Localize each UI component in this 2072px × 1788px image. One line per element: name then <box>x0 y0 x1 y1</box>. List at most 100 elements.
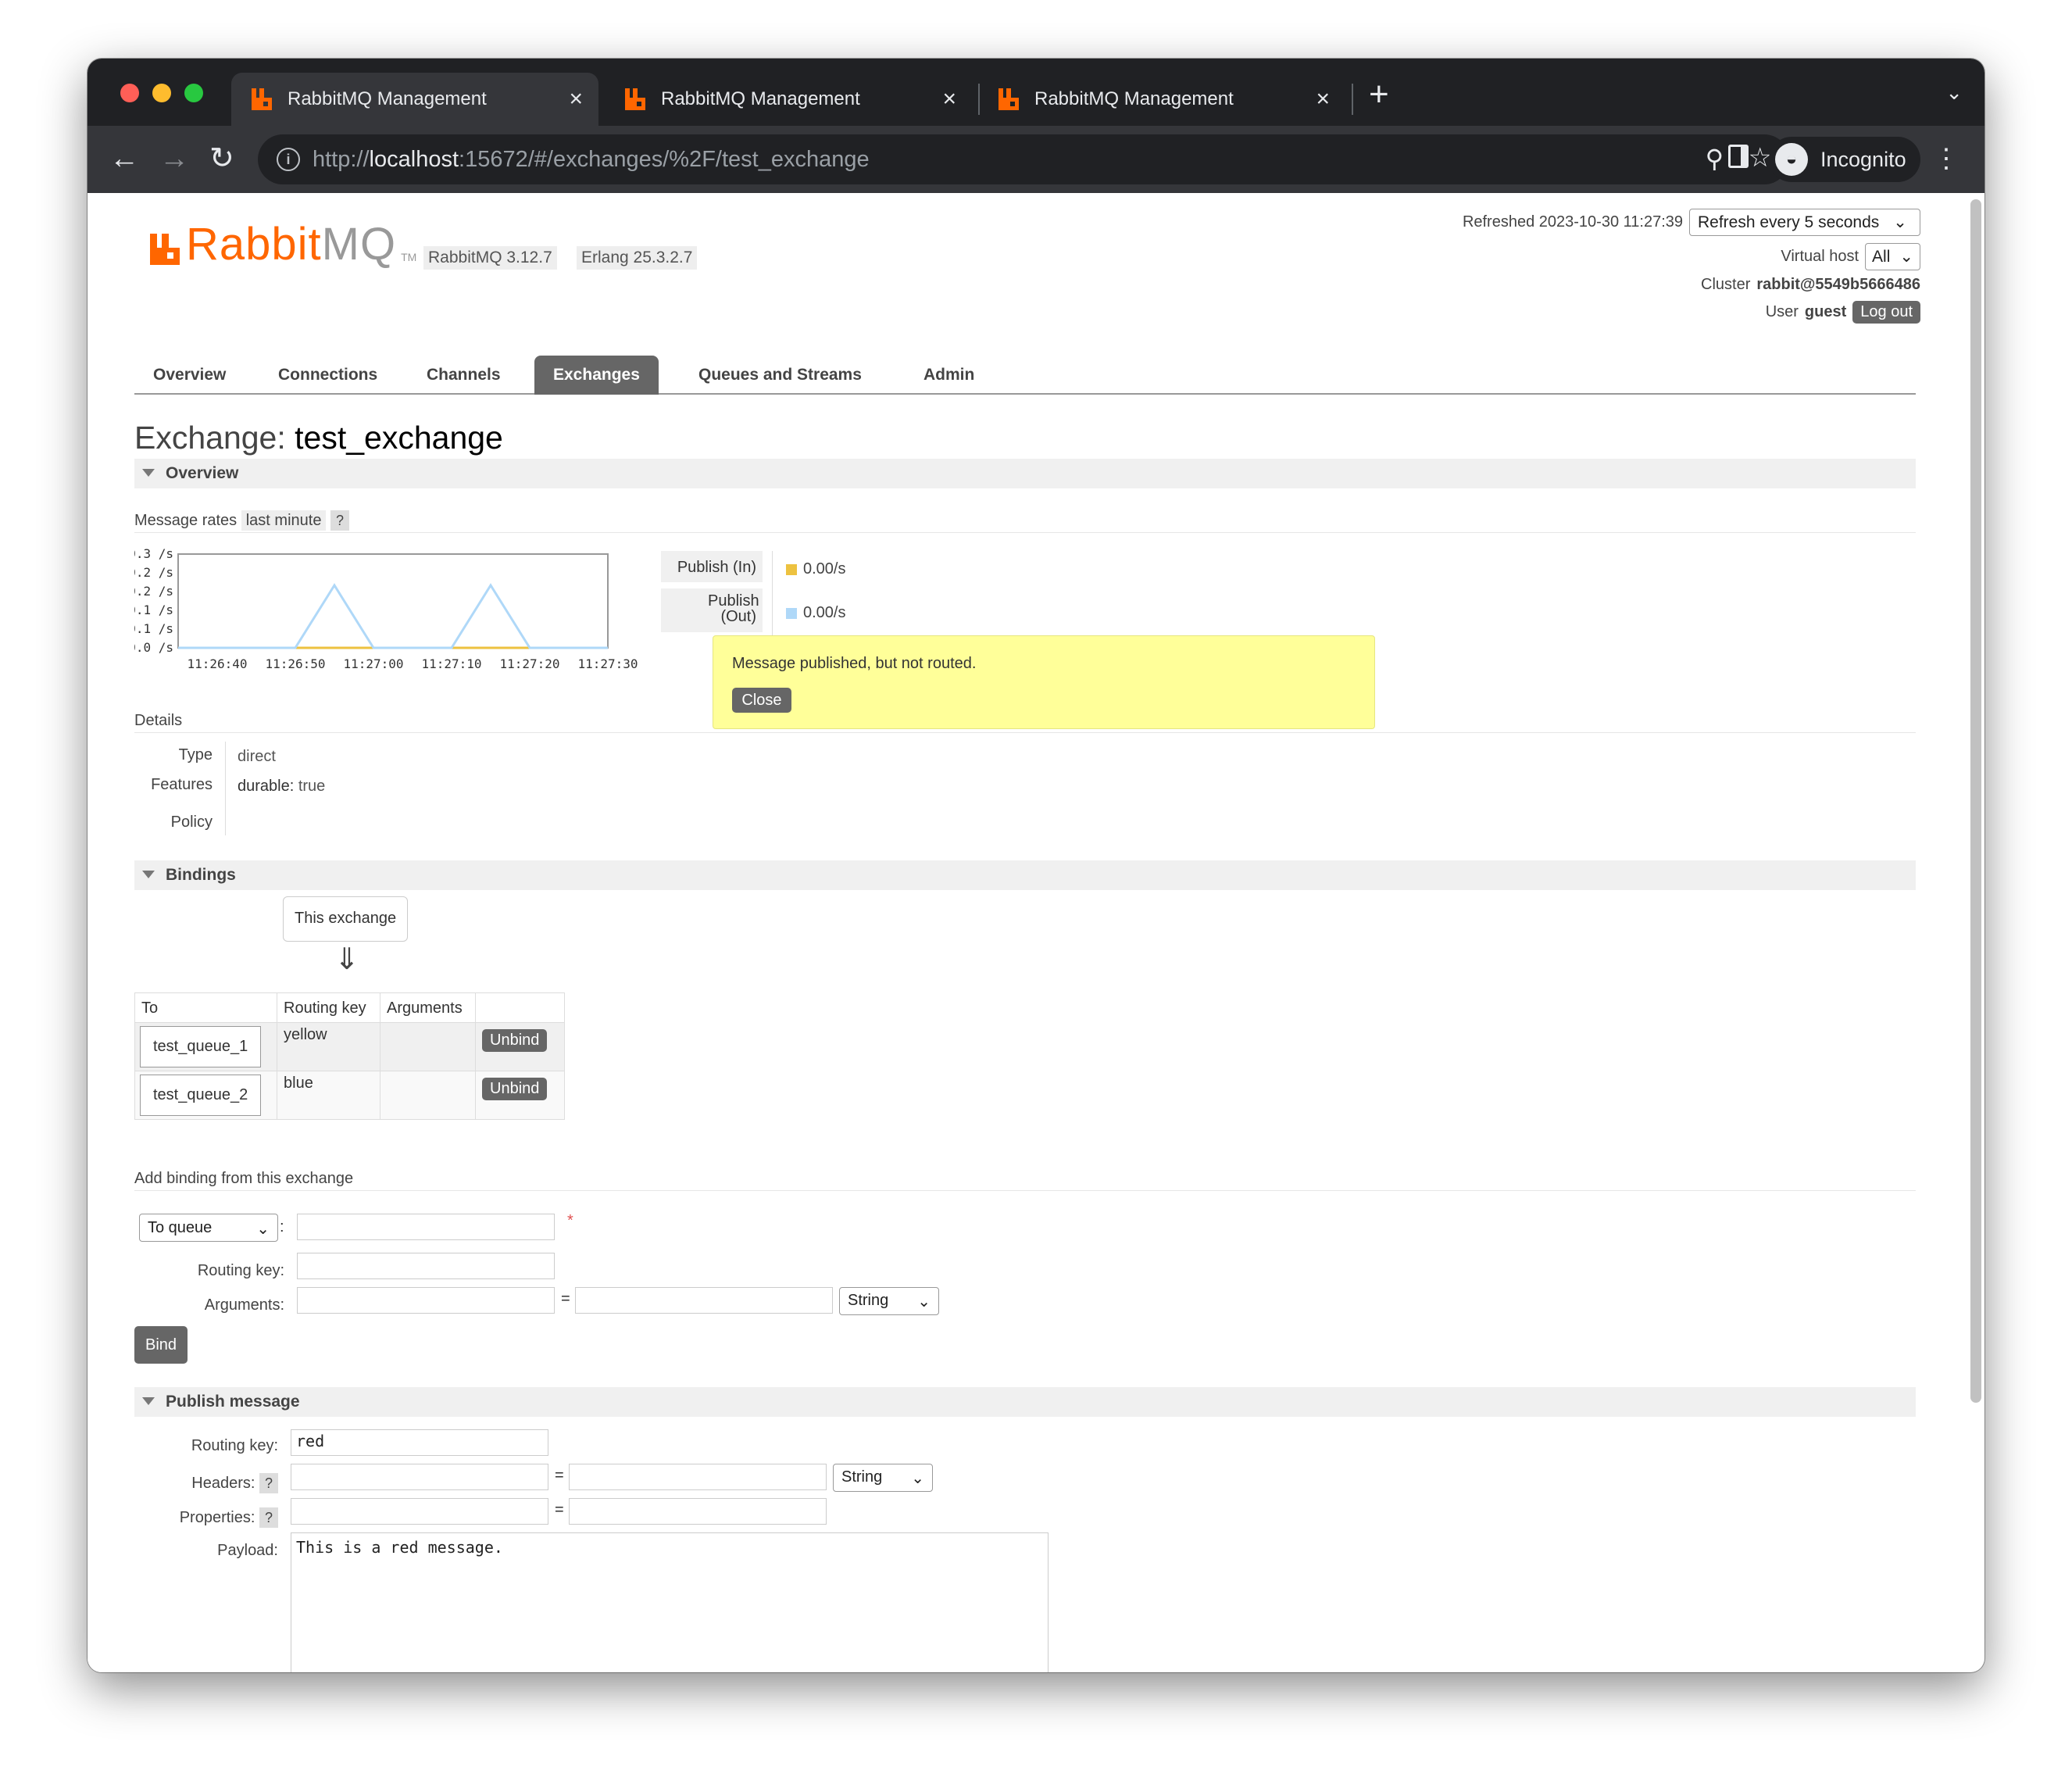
binding-argument-value-input[interactable] <box>575 1287 833 1314</box>
tab-title: RabbitMQ Management <box>661 88 860 109</box>
browser-tab-1[interactable]: RabbitMQ Management × <box>231 73 598 126</box>
close-window-button[interactable] <box>120 84 139 102</box>
tab-search-chevron-icon[interactable]: ⌄ <box>1945 80 1963 105</box>
property-key-input[interactable] <box>291 1498 548 1525</box>
unbind-button[interactable]: Unbind <box>482 1078 548 1100</box>
browser-tab-3[interactable]: RabbitMQ Management × <box>978 73 1345 126</box>
payload-textarea[interactable]: This is a red message. <box>291 1532 1049 1672</box>
user-label: User <box>1765 303 1799 320</box>
minimize-window-button[interactable] <box>152 84 171 102</box>
back-arrow-icon[interactable]: ← <box>109 140 139 177</box>
y-tick-label: 0.1 /s <box>134 621 173 636</box>
unbind-button[interactable]: Unbind <box>482 1029 548 1052</box>
binding-routing-key-input[interactable] <box>297 1253 555 1279</box>
vhost-select[interactable]: All ⌄ <box>1865 243 1920 270</box>
browser-menu-icon[interactable]: ⋮ <box>1933 143 1959 174</box>
browser-window: RabbitMQ Management × RabbitMQ Managemen… <box>88 59 1984 1672</box>
logout-button[interactable]: Log out <box>1852 301 1920 324</box>
column-header-to: To <box>134 992 277 1023</box>
swatch-publish-out <box>786 607 797 619</box>
close-notification-button[interactable]: Close <box>732 688 791 713</box>
exchange-name: test_exchange <box>295 420 503 456</box>
url-host: localhost <box>369 147 459 172</box>
refresh-row: Refreshed 2023-10-30 11:27:39 Refresh ev… <box>1463 209 1920 236</box>
side-panel-icon[interactable] <box>1728 145 1749 168</box>
nav-tab-admin[interactable]: Admin <box>905 356 993 395</box>
chevron-down-icon: ⌄ <box>1899 248 1913 266</box>
close-tab-icon[interactable]: × <box>569 86 583 113</box>
refresh-interval-select[interactable]: Refresh every 5 seconds ⌄ <box>1689 209 1920 236</box>
header-key-input[interactable] <box>291 1464 548 1490</box>
rates-period-toggle[interactable]: last minute <box>241 510 327 531</box>
type-label: Type <box>178 746 213 763</box>
incognito-icon: ◒ <box>1775 143 1808 176</box>
page-title-prefix: Exchange: <box>134 420 286 456</box>
url-text[interactable]: http://localhost:15672/#/exchanges/%2F/t… <box>313 147 870 173</box>
help-icon[interactable]: ? <box>330 510 350 531</box>
details-label: Details <box>134 712 183 729</box>
legend-divider <box>772 551 773 637</box>
binding-argument-type-select[interactable]: String ⌄ <box>839 1287 939 1315</box>
header-type-select[interactable]: String ⌄ <box>833 1464 933 1492</box>
bindings-table: To Routing key Arguments test_queue_1 ye… <box>134 992 565 1120</box>
dest-select-value: To queue <box>148 1219 213 1236</box>
browser-tab-2[interactable]: RabbitMQ Management × <box>605 73 972 126</box>
y-tick-label: 0.3 /s <box>134 546 173 561</box>
nav-tab-exchanges[interactable]: Exchanges <box>534 356 659 395</box>
profile-label: Incognito <box>1820 147 1906 171</box>
forward-arrow-icon[interactable]: → <box>159 140 189 177</box>
feature-value: true <box>298 778 326 795</box>
address-bar[interactable]: i http://localhost:15672/#/exchanges/%2F… <box>258 134 1789 184</box>
vhost-select-value: All <box>1872 247 1891 266</box>
page-scrollbar[interactable] <box>1970 199 1981 1403</box>
binding-argument-key-input[interactable] <box>297 1287 555 1314</box>
chevron-down-icon: ⌄ <box>917 1293 931 1311</box>
publish-routing-key-input[interactable]: red <box>291 1429 548 1456</box>
help-icon[interactable]: ? <box>259 1473 278 1493</box>
binding-arguments-cell <box>380 1071 476 1120</box>
bind-button[interactable]: Bind <box>134 1326 188 1364</box>
binding-destination-cell: test_queue_2 <box>134 1071 277 1120</box>
close-tab-icon[interactable]: × <box>1316 86 1330 113</box>
nav-tab-channels[interactable]: Channels <box>408 356 520 395</box>
close-tab-icon[interactable]: × <box>942 86 956 113</box>
add-binding-label: Add binding from this exchange <box>134 1170 354 1187</box>
table-row: test_queue_1 yellow Unbind <box>134 1022 565 1071</box>
bindings-section-header[interactable]: Bindings <box>134 860 1916 890</box>
overview-section-header[interactable]: Overview <box>134 459 1916 488</box>
nav-tab-connections[interactable]: Connections <box>259 356 396 395</box>
destination-type-select[interactable]: To queue ⌄ <box>139 1214 278 1242</box>
zoom-window-button[interactable] <box>184 84 203 102</box>
table-row: test_queue_2 blue Unbind <box>134 1071 565 1120</box>
queue-link[interactable]: test_queue_2 <box>140 1075 262 1116</box>
section-title: Bindings <box>166 866 236 884</box>
y-tick-label: 0.0 /s <box>134 640 173 655</box>
publish-message-section-header[interactable]: Publish message <box>134 1387 1916 1417</box>
browser-toolbar: ← → ↻ i http://localhost:15672/#/exchang… <box>88 126 1984 193</box>
property-value-input[interactable] <box>569 1498 827 1525</box>
incognito-profile-button[interactable]: ◒ Incognito <box>1769 137 1920 182</box>
nav-tab-queues-and-streams[interactable]: Queues and Streams <box>680 356 881 395</box>
table-header-row: To Routing key Arguments <box>134 992 565 1023</box>
chevron-down-icon: ⌄ <box>911 1470 924 1487</box>
header-value-input[interactable] <box>569 1464 827 1490</box>
zoom-magnifier-icon[interactable]: ⚲ <box>1706 144 1724 173</box>
binding-arguments-label: Arguments: <box>204 1296 284 1314</box>
site-info-icon[interactable]: i <box>277 148 300 171</box>
nav-tab-overview[interactable]: Overview <box>134 356 245 395</box>
down-arrow-icon: ⇓ <box>334 943 359 976</box>
destination-name-input[interactable] <box>297 1214 555 1240</box>
reload-icon[interactable]: ↻ <box>209 140 234 177</box>
help-icon[interactable]: ? <box>259 1507 278 1528</box>
rabbitmq-logo[interactable]: RabbitMQ TM <box>148 222 416 267</box>
chevron-down-icon: ⌄ <box>256 1221 270 1238</box>
window-controls <box>120 84 203 102</box>
equals-sign: = <box>555 1501 564 1518</box>
binding-routing-key-cell: blue <box>277 1071 380 1120</box>
refreshed-timestamp: Refreshed 2023-10-30 11:27:39 <box>1462 213 1683 231</box>
tab-strip: RabbitMQ Management × RabbitMQ Managemen… <box>88 59 1984 126</box>
this-exchange-box: This exchange <box>283 896 409 942</box>
cluster-label: Cluster <box>1701 276 1751 293</box>
queue-link[interactable]: test_queue_1 <box>140 1026 262 1067</box>
new-tab-plus-icon[interactable]: + <box>1369 77 1389 112</box>
